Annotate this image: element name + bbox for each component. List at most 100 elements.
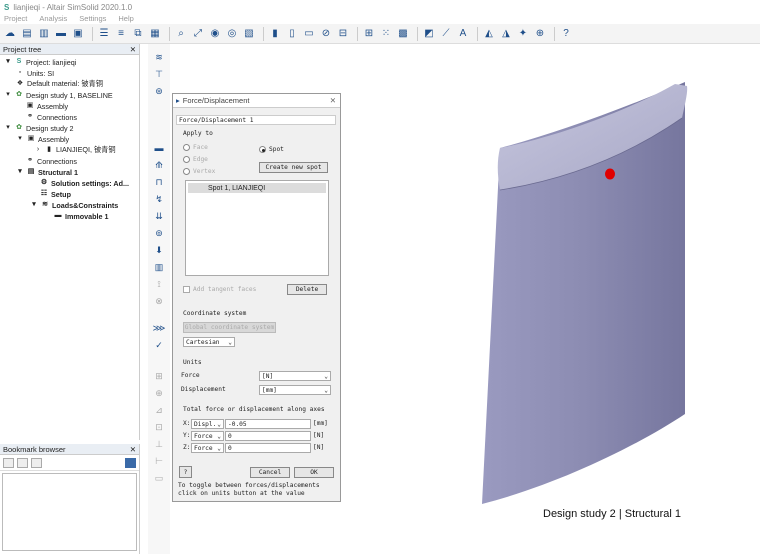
create-spot-button[interactable]: Create new spot (259, 162, 328, 173)
delete-button[interactable]: Delete (287, 284, 327, 295)
collapse-icon[interactable]: ▾ (4, 58, 12, 66)
grid-icon[interactable]: ⊞ (362, 27, 376, 41)
weld-icon[interactable]: ⊛ (152, 84, 166, 98)
tree-item-immovable[interactable]: ▬ Immovable 1 (54, 211, 109, 221)
collapse-icon[interactable]: ▾ (16, 135, 24, 143)
results-icon[interactable]: ⊞ (152, 369, 166, 383)
add-tangent-checkbox[interactable] (183, 286, 190, 293)
force-unit-select[interactable]: [N] ⌄ (259, 371, 331, 381)
tree-item-loads-constraints[interactable]: ▾ ≋ Loads&Constraints (30, 200, 118, 210)
collapse-icon[interactable]: ▾ (30, 201, 38, 209)
menu-project[interactable]: Project (4, 14, 27, 23)
tree-item-structural[interactable]: ▾ ▤ Structural 1 (16, 167, 78, 177)
clip-icon[interactable]: ▯ (285, 27, 299, 41)
coordinate-type-select[interactable]: Cartesian ⌄ (183, 337, 235, 347)
tree-item-design-study-1[interactable]: ▾ ✿ Design study 1, BASELINE (4, 90, 112, 100)
measure-icon[interactable]: ⊟ (336, 27, 350, 41)
probe-icon[interactable]: ⊥ (152, 437, 166, 451)
reaction-icon[interactable]: ⊕ (152, 386, 166, 400)
list-view-icon[interactable]: ≡ (114, 27, 128, 41)
cloud-icon[interactable]: ☁ (3, 27, 17, 41)
window-icon[interactable]: ⧉ (131, 27, 145, 41)
collapse-icon[interactable]: ▾ (4, 91, 12, 99)
face-radio[interactable] (183, 144, 190, 151)
check-icon[interactable]: ✓ (152, 338, 166, 352)
spot-radio[interactable] (259, 146, 266, 153)
global-coordinate-button[interactable]: Global coordinate system (183, 322, 276, 333)
contour-icon[interactable]: ⊿ (152, 403, 166, 417)
help-icon[interactable]: ? (559, 27, 573, 41)
cancel-button[interactable]: Cancel (250, 467, 290, 478)
spot-list-item[interactable]: Spot 1, LIANJIEQI (188, 183, 326, 193)
slice-icon[interactable]: ▭ (302, 27, 316, 41)
camera-icon[interactable] (125, 457, 136, 468)
hinge-icon[interactable]: ⊓ (152, 175, 166, 189)
spot-list[interactable]: Spot 1, LIANJIEQI (185, 180, 329, 276)
result-view-icon[interactable]: ▦ (148, 27, 162, 41)
sliding-icon[interactable]: ⟰ (152, 158, 166, 172)
camera-icon[interactable]: ◩ (422, 27, 436, 41)
y-unit-label[interactable]: [N] (313, 432, 324, 439)
z-unit-label[interactable]: [N] (313, 444, 324, 451)
cut-plane-icon[interactable]: ⊘ (319, 27, 333, 41)
z-mode-select[interactable]: Force ⌄ (191, 443, 224, 453)
text-icon[interactable]: A (456, 27, 470, 41)
ruler-icon[interactable]: ⟋ (439, 27, 453, 41)
face-option[interactable]: Face (183, 144, 208, 151)
tree-item-part[interactable]: › ▮ LIANJIEQI, 铍青铜 (34, 145, 116, 155)
hide-icon[interactable]: ◎ (225, 27, 239, 41)
bookmark-add-icon[interactable] (3, 457, 14, 468)
bookmark-update-icon[interactable] (17, 457, 28, 468)
zoom-icon[interactable]: ⌕ (174, 27, 188, 41)
probe-icon[interactable]: ⊕ (533, 27, 547, 41)
show-icon[interactable]: ◉ (208, 27, 222, 41)
mesh-icon[interactable]: ▩ (396, 27, 410, 41)
tree-item-connections[interactable]: ⚭ Connections (26, 156, 77, 166)
tree-item-project[interactable]: ▾ S Project: lianjieqi (4, 57, 76, 67)
thermal-icon[interactable]: ⊚ (152, 226, 166, 240)
pressure-icon[interactable]: ⇊ (152, 209, 166, 223)
y-mode-select[interactable]: Force ⌄ (191, 431, 224, 441)
close-icon[interactable]: ✕ (330, 96, 336, 105)
expand-icon[interactable]: › (34, 146, 42, 154)
solve-icon[interactable]: ⋙ (152, 321, 166, 335)
edge-option[interactable]: Edge (183, 156, 208, 163)
immovable-icon[interactable]: ▬ (152, 141, 166, 155)
collapse-icon[interactable]: ▾ (4, 124, 12, 132)
bookmark-delete-icon[interactable] (31, 457, 42, 468)
fit-view-icon[interactable]: ⤢ (191, 27, 205, 41)
vertex-radio[interactable] (183, 168, 190, 175)
tree-item-units[interactable]: ▫ Units: SI (16, 68, 54, 78)
tree-item-solution-settings[interactable]: ⚙ Solution settings: Ad... (40, 178, 129, 188)
edge-radio[interactable] (183, 156, 190, 163)
gravity-icon[interactable]: ⬇ (152, 243, 166, 257)
vertex-option[interactable]: Vertex (183, 168, 215, 175)
tree-item-setup[interactable]: ☷ Setup (40, 189, 71, 199)
help-button[interactable]: ? (179, 466, 192, 478)
tree-view-icon[interactable]: ☰ (97, 27, 111, 41)
remote-load-icon[interactable]: ⟟ (152, 277, 166, 291)
add-tangent-option[interactable]: Add tangent faces (183, 286, 256, 293)
x-value-input[interactable]: -0.05 (225, 419, 311, 429)
bolt-icon[interactable]: ⊤ (152, 67, 166, 81)
link-icon[interactable]: ⊗ (152, 294, 166, 308)
bookmark-list[interactable] (2, 473, 137, 551)
x-unit-label[interactable]: [mm] (313, 420, 328, 427)
inertia-icon[interactable]: ▥ (152, 260, 166, 274)
open-folder-icon[interactable]: ▬ (54, 27, 68, 41)
menu-settings[interactable]: Settings (79, 14, 106, 23)
deform-icon[interactable]: ⊡ (152, 420, 166, 434)
colormap-icon[interactable]: ◭ (482, 27, 496, 41)
tree-item-assembly[interactable]: ▣ Assembly (26, 101, 68, 111)
collapse-icon[interactable]: ▾ (16, 168, 24, 176)
y-value-input[interactable]: 0 (225, 431, 311, 441)
ok-button[interactable]: OK (294, 467, 334, 478)
load-name-field[interactable]: Force/Displacement 1 (176, 115, 336, 125)
open-file-icon[interactable]: ▥ (37, 27, 51, 41)
legend-icon[interactable]: ◮ (499, 27, 513, 41)
x-mode-select[interactable]: Displ. ⌄ (191, 419, 224, 429)
force-icon[interactable]: ↯ (152, 192, 166, 206)
section-icon[interactable]: ▮ (268, 27, 282, 41)
tree-item-connections[interactable]: ⚭ Connections (26, 112, 77, 122)
report-icon[interactable]: ▧ (242, 27, 256, 41)
